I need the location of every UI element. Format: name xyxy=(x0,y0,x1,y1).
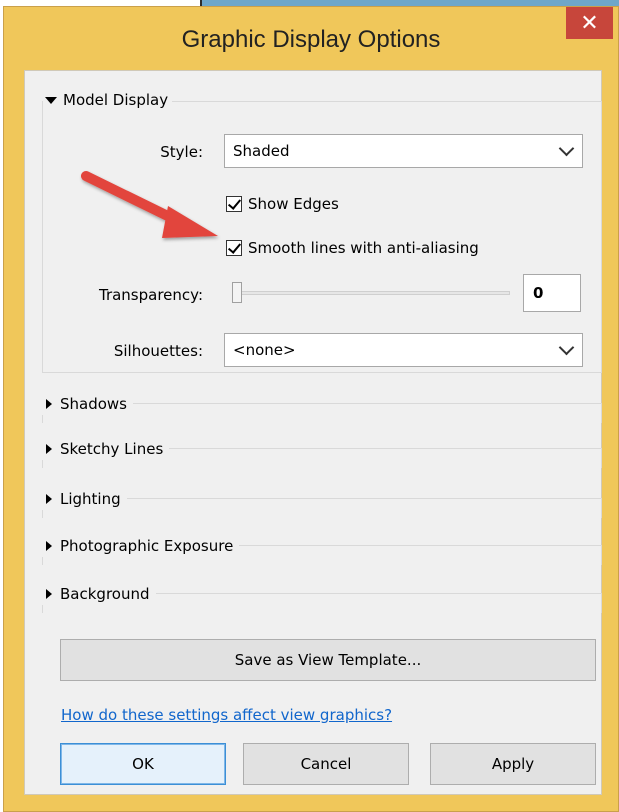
section-header[interactable]: Background xyxy=(42,583,156,605)
cancel-button[interactable]: Cancel xyxy=(243,743,409,785)
chevron-down-icon xyxy=(558,140,575,157)
section-label: Shadows xyxy=(60,395,128,413)
help-link[interactable]: How do these settings affect view graphi… xyxy=(61,706,392,724)
show-edges-checkbox[interactable] xyxy=(226,196,242,212)
smooth-lines-checkbox[interactable] xyxy=(226,240,242,256)
checkmark-icon xyxy=(227,240,242,254)
collapsed-triangle-icon xyxy=(46,399,52,409)
transparency-slider-thumb[interactable] xyxy=(232,282,242,303)
checkmark-icon xyxy=(227,196,242,210)
section-background[interactable]: Background xyxy=(42,583,602,613)
section-label: Background xyxy=(60,585,150,603)
style-select[interactable]: Shaded xyxy=(224,134,583,168)
transparency-label: Transparency: xyxy=(98,286,203,304)
collapsed-triangle-icon xyxy=(46,589,52,599)
silhouettes-value: <none> xyxy=(233,341,296,359)
style-value: Shaded xyxy=(233,142,290,160)
transparency-slider-track[interactable] xyxy=(232,291,510,295)
section-header[interactable]: Sketchy Lines xyxy=(42,438,170,460)
section-sketchy-lines[interactable]: Sketchy Lines xyxy=(42,438,602,468)
section-photographic-exposure[interactable]: Photographic Exposure xyxy=(42,535,602,565)
smooth-lines-label: Smooth lines with anti-aliasing xyxy=(248,239,479,257)
expanded-triangle-icon xyxy=(45,96,57,104)
section-header[interactable]: Photographic Exposure xyxy=(42,535,240,557)
close-icon: ✕ xyxy=(580,10,599,35)
apply-button[interactable]: Apply xyxy=(430,743,596,785)
collapsed-triangle-icon xyxy=(46,494,52,504)
show-edges-label: Show Edges xyxy=(248,195,339,213)
section-shadows[interactable]: Shadows xyxy=(42,393,602,423)
style-label: Style: xyxy=(160,143,203,161)
section-lighting[interactable]: Lighting xyxy=(42,488,602,518)
section-label: Photographic Exposure xyxy=(60,537,234,555)
model-display-label: Model Display xyxy=(63,91,169,109)
smooth-lines-option[interactable]: Smooth lines with anti-aliasing xyxy=(226,239,479,257)
save-as-view-template-button[interactable]: Save as View Template... xyxy=(60,639,596,681)
silhouettes-select[interactable]: <none> xyxy=(224,333,583,367)
transparency-input[interactable]: 0 xyxy=(523,274,581,312)
collapsed-triangle-icon xyxy=(46,444,52,454)
model-display-header[interactable]: Model Display xyxy=(43,90,173,110)
graphic-display-options-dialog: Graphic Display Options ✕ Model Display … xyxy=(3,6,619,812)
annotation-arrow-icon xyxy=(81,171,218,238)
section-label: Lighting xyxy=(60,490,121,508)
show-edges-option[interactable]: Show Edges xyxy=(226,195,339,213)
close-button[interactable]: ✕ xyxy=(566,7,613,39)
section-label: Sketchy Lines xyxy=(60,440,164,458)
silhouettes-label: Silhouettes: xyxy=(113,342,203,360)
title-bar[interactable]: Graphic Display Options ✕ xyxy=(4,7,618,69)
section-header[interactable]: Shadows xyxy=(42,393,134,415)
ok-button[interactable]: OK xyxy=(60,743,226,785)
section-header[interactable]: Lighting xyxy=(42,488,127,510)
chevron-down-icon xyxy=(558,339,575,356)
collapsed-triangle-icon xyxy=(46,541,52,551)
dialog-title: Graphic Display Options xyxy=(181,26,441,53)
